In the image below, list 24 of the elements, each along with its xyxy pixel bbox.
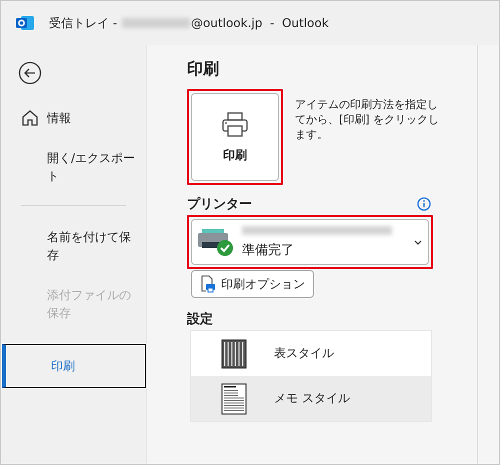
outlook-logo-icon [16,15,34,31]
redacted-text [122,18,190,28]
style-option[interactable]: メモ スタイル [191,376,431,421]
printer-dropdown[interactable]: 準備完了 [191,219,429,265]
memo-style-icon [221,382,247,414]
section-label: プリンター [187,196,252,213]
home-icon [21,109,39,127]
window-title: 受信トレイ - [49,14,118,32]
section-label: 設定 [187,310,214,328]
sidebar-item[interactable]: 情報 [1,101,146,135]
printer-icon [221,110,249,138]
printer-status: 準備完了 [242,242,295,258]
chevron-down-icon [414,240,422,244]
window-title: @outlook.jp - Outlook [190,16,329,30]
sidebar-item[interactable]: 名前を付けて保存 [1,220,146,272]
page-heading: 印刷 [187,59,220,80]
description-text: アイテムの印刷方法を指定してから、[印刷] をクリックします。 [295,97,440,143]
printer-ready-icon [196,227,236,257]
sidebar-item[interactable]: 開く/エクスポート [1,141,146,193]
print-button[interactable]: 印刷 [191,93,279,181]
print-options-icon [200,275,216,293]
table-style-icon [221,338,247,368]
info-icon[interactable] [417,197,431,211]
print-options-button[interactable]: 印刷オプション [191,270,314,298]
